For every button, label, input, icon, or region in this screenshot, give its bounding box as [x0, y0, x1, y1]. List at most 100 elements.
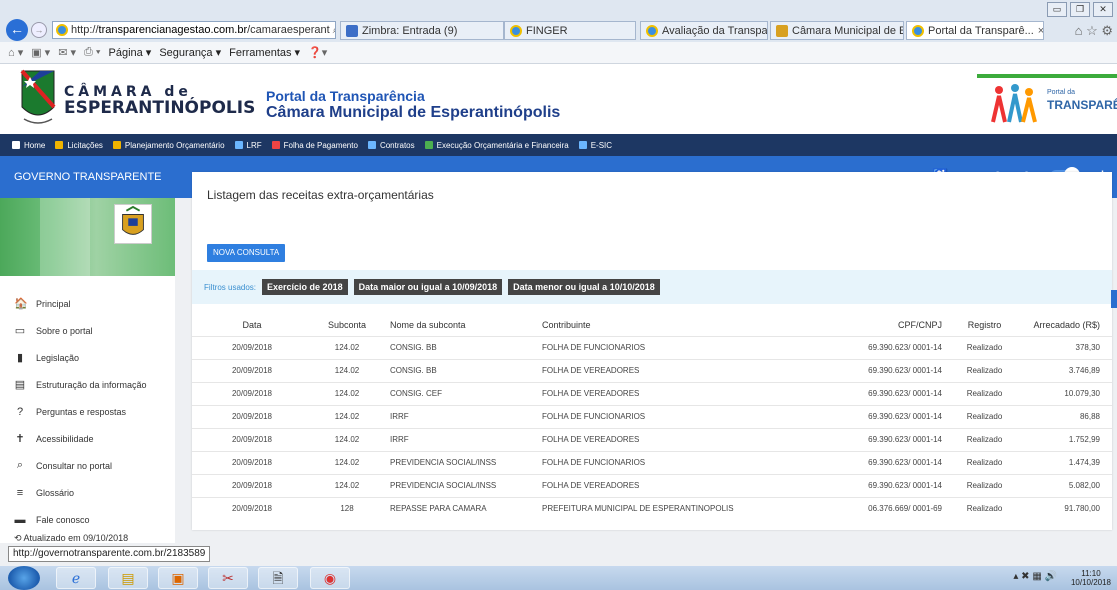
nav-label: Planejamento Orçamentário [124, 140, 225, 150]
sidebar-item-perguntas[interactable]: ? Perguntas e respostas [0, 398, 175, 425]
sidebar-item-acessibilidade[interactable]: ✝ Acessibilidade [0, 425, 175, 452]
nav-label: Home [24, 140, 46, 150]
cell-subconta: 124.02 [334, 435, 360, 444]
sidebar-item-estruturacao[interactable]: ▤ Estruturação da informação [0, 371, 175, 398]
table-row[interactable]: 20/09/2018 124.02 CONSIG. CEF FOLHA DE VERE… [192, 382, 1112, 405]
help-icon[interactable]: ❓▾ [308, 46, 327, 59]
browser-navbar: ← → http://transparencianagestao.com.br/… [0, 18, 1117, 42]
address-controls[interactable]: ⌕ ▾ ↻ [333, 25, 335, 36]
contract-icon [367, 141, 376, 149]
nav-lrf[interactable]: LRF [234, 141, 262, 150]
nav-execucao[interactable]: Execução Orçamentária e Financeira [424, 141, 569, 150]
tab-finger[interactable]: FINGER [504, 21, 636, 40]
nav-esic[interactable]: E-SIC [578, 140, 613, 150]
minimize-button[interactable]: ▭ [1047, 2, 1067, 17]
close-tab-icon[interactable]: × [1038, 25, 1043, 37]
address-url: http://transparencianagestao.com.br/cama… [71, 24, 330, 36]
nav-planejamento[interactable]: Planejamento Orçamentário [112, 140, 225, 150]
restore-button[interactable]: ❐ [1070, 2, 1090, 17]
table-row[interactable]: 20/09/2018 128 REPASSE PARA CAMARA PREFEITU… [192, 497, 1112, 520]
ie-taskbar-icon[interactable]: ℯ [56, 567, 96, 589]
scroll-indicator[interactable] [1111, 290, 1117, 308]
system-tray[interactable]: ▴ ✖ ▦ 🔊 [1013, 571, 1057, 582]
cell-contribuinte: PREFEITURA MUNICIPAL DE ESPERANTINOPOLIS [542, 504, 734, 514]
paint-taskbar-icon[interactable]: ✂ [208, 567, 248, 589]
feeds-icon[interactable]: ▣ ▾ [31, 46, 50, 59]
page-menu[interactable]: Página ▾ [109, 46, 152, 59]
nav-label: E-SIC [590, 140, 613, 150]
table-row[interactable]: 20/09/2018 124.02 PREVIDENCIA SOCIAL/INSS F… [192, 451, 1112, 474]
nav-home[interactable]: Home [12, 141, 45, 150]
tab-camara[interactable]: Câmara Municipal de E... [770, 21, 904, 40]
col-arrecadado[interactable]: Arrecadado (R$) [1027, 314, 1112, 336]
table-row[interactable]: 20/09/2018 124.02 CONSIG. BB FOLHA DE FUNCI… [192, 336, 1112, 359]
print-icon[interactable]: ⎙ ▾ [84, 46, 100, 59]
tab-label: FINGER [526, 24, 568, 37]
tab-zimbra[interactable]: Zimbra: Entrada (9) [340, 21, 504, 40]
tools-menu[interactable]: Ferramentas ▾ [229, 46, 300, 59]
table-row[interactable]: 20/09/2018 124.02 PREVIDENCIA SOCIAL/INSS F… [192, 474, 1112, 497]
table-row[interactable]: 20/09/2018 124.02 CONSIG. BB FOLHA DE VEREA… [192, 359, 1112, 382]
mail-icon[interactable]: ✉ ▾ [58, 46, 76, 59]
clock[interactable]: 11:10 10/10/2018 [1071, 569, 1111, 587]
tab-avaliacao[interactable]: Avaliação da Transparê... [640, 21, 768, 40]
command-bar: ⌂ ▾ ▣ ▾ ✉ ▾ ⎙ ▾ Página ▾ Segurança ▾ Fer… [0, 42, 1117, 64]
cell-contribuinte: FOLHA DE VEREADORES [542, 389, 640, 398]
address-bar[interactable]: http://transparencianagestao.com.br/cama… [52, 21, 336, 39]
clock-date: 10/10/2018 [1070, 578, 1111, 587]
security-menu[interactable]: Segurança ▾ [159, 46, 221, 59]
sidebar-item-glossario[interactable]: ≡ Glossário [0, 479, 175, 506]
receipts-table: Data Subconta Nome da subconta Contribui… [192, 314, 1112, 520]
col-nome[interactable]: Nome da subconta [382, 314, 542, 336]
tab-portal[interactable]: Portal da Transparê... × [906, 21, 1044, 40]
table-row[interactable]: 20/09/2018 124.02 IRRF FOLHA DE FUNCIONARIO… [192, 405, 1112, 428]
sidebar-item-label: Estruturação da informação [36, 379, 147, 390]
app-taskbar-icon[interactable]: ▣ [158, 567, 198, 589]
cell-arrecadado: 3.746,89 [1068, 366, 1100, 375]
portal-subtitle: Câmara Municipal de Esperantinópolis [266, 104, 561, 121]
sidebar-item-principal[interactable]: 🏠 Principal [0, 290, 175, 317]
sidebar-item-consultar[interactable]: ⌕ Consultar no portal [0, 452, 175, 479]
forward-button[interactable]: → [31, 22, 47, 38]
cell-nome: IRRF [390, 412, 409, 421]
nav-folha[interactable]: Folha de Pagamento [271, 141, 358, 150]
col-data[interactable]: Data [192, 314, 312, 336]
chrome-taskbar-icon[interactable]: ◉ [310, 567, 350, 589]
sidebar-item-sobre[interactable]: ▭ Sobre o portal [0, 317, 175, 344]
sidebar-item-label: Acessibilidade [36, 433, 94, 444]
start-button[interactable] [8, 566, 40, 590]
home-icon [12, 141, 20, 149]
back-button[interactable]: ← [6, 19, 28, 41]
filter-tag[interactable]: Data maior ou igual a 10/09/2018 [353, 279, 503, 295]
col-cpf[interactable]: CPF/CNPJ [832, 314, 942, 336]
filter-tag[interactable]: Data menor ou igual a 10/10/2018 [508, 279, 660, 295]
explorer-taskbar-icon[interactable]: ▤ [108, 567, 148, 589]
filter-tag[interactable]: Exercício de 2018 [262, 279, 348, 295]
cell-subconta: 124.02 [334, 481, 360, 490]
cell-arrecadado: 1.752,99 [1068, 435, 1100, 444]
cell-nome: IRRF [390, 435, 409, 444]
sidebar-item-fale[interactable]: ▬ Fale conosco [0, 506, 175, 533]
glossary-icon: ≡ [16, 486, 24, 499]
document-taskbar-icon[interactable]: 🗎 [258, 567, 298, 589]
close-window-button[interactable]: ✕ [1093, 2, 1113, 17]
updated-text: Atualizado em 09/10/2018 [23, 533, 129, 543]
logo-small-text: Portal da [1047, 89, 1076, 96]
cell-arrecadado: 5.082,00 [1068, 481, 1100, 490]
col-registro[interactable]: Registro [942, 314, 1027, 336]
home-icon[interactable]: ⌂ ▾ [8, 46, 23, 59]
nav-licitacoes[interactable]: Licitações [55, 141, 103, 150]
sidebar-item-legislacao[interactable]: ▮ Legislação [0, 344, 175, 371]
col-contribuinte[interactable]: Contribuinte [542, 314, 832, 336]
sidebar-item-label: Glossário [36, 487, 75, 498]
table-row[interactable]: 20/09/2018 124.02 IRRF FOLHA DE VEREADORES 6… [192, 428, 1112, 451]
camara-icon [776, 24, 788, 37]
new-query-button[interactable]: NOVA CONSULTA [207, 244, 286, 262]
nav-contratos[interactable]: Contratos [367, 141, 415, 150]
filters-label: Filtros usados: [204, 282, 257, 292]
cell-data: 20/09/2018 [231, 458, 273, 467]
cell-cpf: 69.390.623/ 0001-14 [868, 435, 942, 444]
sidebar: 🏠 Principal ▭ Sobre o portal ▮ Legislação ▤… [0, 198, 175, 543]
home-star-gear-icons[interactable]: ⌂ ☆ ⚙ [1075, 23, 1113, 39]
col-subconta[interactable]: Subconta [312, 314, 382, 336]
